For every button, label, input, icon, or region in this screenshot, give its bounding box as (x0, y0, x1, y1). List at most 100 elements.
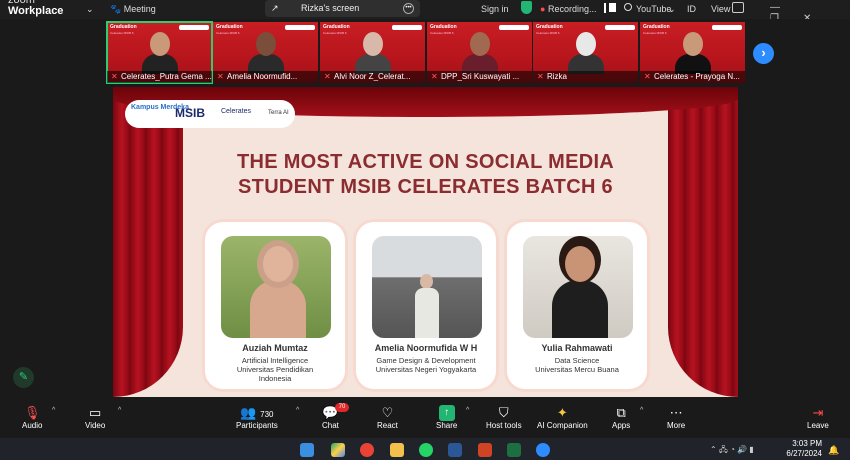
student-details: Game Design & Development Universitas Neg… (375, 356, 477, 374)
security-shield-icon[interactable] (521, 1, 532, 14)
participant-tile[interactable]: Graduation Celerates MSIB 6 Alvi Noor Z_Ce… (320, 22, 425, 83)
participant-video (568, 32, 604, 74)
word-icon[interactable] (448, 443, 462, 457)
share-screen-icon: ↗ (271, 3, 279, 13)
mic-muted-icon: ✕ (537, 72, 544, 81)
livestream-icon (624, 3, 632, 11)
slide-title-line1: THE MOST ACTIVE ON SOCIAL MEDIA (236, 151, 615, 173)
msib-logo: MSIB (175, 106, 205, 120)
meeting-controls: 🎙 Audio ^ ▭ Video ^ 👥 730 Participants ^ 💬 C… (0, 398, 850, 438)
meeting-menu[interactable]: 🐾 Meeting (110, 2, 156, 16)
video-options-caret[interactable]: ^ (118, 407, 121, 414)
participant-tile[interactable]: Graduation Celerates MSIB 6 Amelia Noormuf… (213, 22, 318, 83)
student-card: Amelia Noormufida W H Game Design & Deve… (356, 222, 496, 389)
more-button[interactable]: ⋯ More (667, 405, 685, 430)
leave-button[interactable]: ⇥ Leave (807, 405, 829, 430)
student-photo (372, 236, 482, 338)
heart-smile-icon: ♡ (381, 405, 394, 420)
participant-video (462, 32, 498, 74)
zoom-taskbar-icon[interactable] (536, 443, 550, 457)
mic-muted-icon: ✕ (111, 72, 118, 81)
chrome-icon[interactable] (360, 443, 374, 457)
notification-bell-icon[interactable]: 🔔 (828, 445, 839, 456)
stop-icon[interactable] (609, 3, 616, 12)
system-tray[interactable]: ⌃ 🖧 ◔ 🔊 ▮ (710, 444, 754, 458)
share-button[interactable]: ↑ Share (436, 405, 457, 430)
participant-tile[interactable]: Graduation Celerates MSIB 6 DPP_Sri Kusway… (427, 22, 532, 83)
celerates-logo: Celerates (221, 108, 251, 115)
tile-title: Graduation (216, 24, 243, 30)
windows-start-icon[interactable] (300, 443, 314, 457)
excel-icon[interactable] (507, 443, 521, 457)
title-bar: zoom Workplace ⌄ 🐾 Meeting ↗ Rizka's scre… (0, 0, 850, 24)
participant-tile[interactable]: Graduation Celerates MSIB 6 Rizka ✕ (533, 22, 638, 83)
shared-slide: Kampus Merdeka MSIB Celerates Terra AI T… (113, 87, 738, 397)
participant-tile[interactable]: Graduation Celerates MSIB 6 Celerates - Pr… (640, 22, 745, 83)
student-card: Auziah Mumtaz Artificial Intelligence Uni… (205, 222, 345, 389)
mic-muted-icon: ✕ (217, 72, 224, 81)
participant-name: Rizka (533, 71, 638, 83)
sign-in-link[interactable]: Sign in (481, 2, 509, 16)
video-camera-icon: ▭ (89, 405, 102, 420)
chevron-down-icon[interactable]: ⌄ (86, 2, 94, 16)
participants-options-caret[interactable]: ^ (296, 407, 299, 414)
host-tools-button[interactable]: ⛉ Host tools (486, 405, 522, 430)
audio-button[interactable]: 🎙 Audio (22, 405, 42, 430)
ai-companion-button[interactable]: ✦ AI Companion (537, 405, 588, 430)
tile-title: Graduation (643, 24, 670, 30)
student-photo (221, 236, 331, 338)
view-button[interactable]: View (711, 2, 730, 16)
sponsor-logos: Kampus Merdeka MSIB Celerates Terra AI (125, 100, 295, 128)
chat-unread-badge: 70 (335, 403, 349, 412)
participant-name: Celerates_Putra Gema ... (107, 71, 212, 83)
video-button[interactable]: ▭ Video (85, 405, 105, 430)
student-photo (523, 236, 633, 338)
apps-options-caret[interactable]: ^ (640, 407, 643, 414)
share-options-caret[interactable]: ^ (466, 407, 469, 414)
next-page-button[interactable]: › (753, 43, 774, 64)
student-details: Data Science Universitas Mercu Buana (535, 356, 619, 374)
screen-share-pill[interactable]: ↗ Rizka's screen ••• (265, 0, 420, 17)
student-name: Yulia Rahmawati (541, 343, 613, 353)
audio-options-caret[interactable]: ^ (52, 407, 55, 414)
google-drive-icon[interactable] (331, 443, 345, 457)
tile-banner (392, 25, 422, 30)
participants-button[interactable]: 👥 730 Participants (236, 405, 278, 430)
curtain-left (113, 87, 183, 397)
pause-icon[interactable] (604, 3, 606, 13)
recording-indicator[interactable]: ● Recording... (540, 2, 596, 16)
taskbar-clock[interactable]: 3:03 PM 6/27/2024 (770, 439, 822, 459)
student-card: Yulia Rahmawati Data Science Universitas … (507, 222, 647, 389)
student-details: Artificial Intelligence Universitas Pendi… (236, 356, 314, 383)
apps-icon: ⧉ (616, 405, 626, 420)
tile-subtitle: Celerates MSIB 6 (323, 31, 347, 35)
participant-tile[interactable]: Graduation Celerates MSIB 6 Celerates_Putr… (106, 21, 213, 84)
mic-muted-icon: ✕ (324, 72, 331, 81)
sparkle-icon: ✦ (556, 405, 568, 420)
annotate-pencil-icon[interactable]: ✎ (13, 367, 34, 388)
powerpoint-icon[interactable] (478, 443, 492, 457)
more-dots-icon: ⋯ (669, 405, 683, 420)
tile-subtitle: Celerates MSIB 6 (430, 31, 454, 35)
tile-banner (605, 25, 635, 30)
view-grid-icon[interactable] (732, 2, 744, 13)
tile-title: Graduation (536, 24, 563, 30)
youtube-label[interactable]: YouTube (636, 2, 671, 16)
shield-icon: ⛉ (498, 405, 509, 420)
react-button[interactable]: ♡ React (377, 405, 398, 430)
id-button[interactable]: ID (687, 2, 696, 16)
share-arrow-icon: ↑ (438, 405, 455, 421)
tile-subtitle: Celerates MSIB 6 (536, 31, 560, 35)
participant-name: Celerates - Prayoga N... (640, 71, 745, 83)
student-name: Amelia Noormufida W H (374, 343, 478, 353)
file-explorer-icon[interactable] (390, 443, 404, 457)
more-icon[interactable]: ••• (403, 3, 414, 14)
tile-subtitle: Celerates MSIB 6 (643, 31, 667, 35)
leave-door-icon: ⇥ (812, 405, 824, 420)
whatsapp-icon[interactable] (419, 443, 433, 457)
participant-name: Alvi Noor Z_Celerat... (320, 71, 425, 83)
tile-subtitle: Celerates MSIB 6 (110, 31, 134, 35)
chevron-down-icon[interactable]: ⌄ (668, 2, 676, 16)
apps-button[interactable]: ⧉ Apps (612, 405, 630, 430)
tile-title: Graduation (110, 24, 137, 30)
